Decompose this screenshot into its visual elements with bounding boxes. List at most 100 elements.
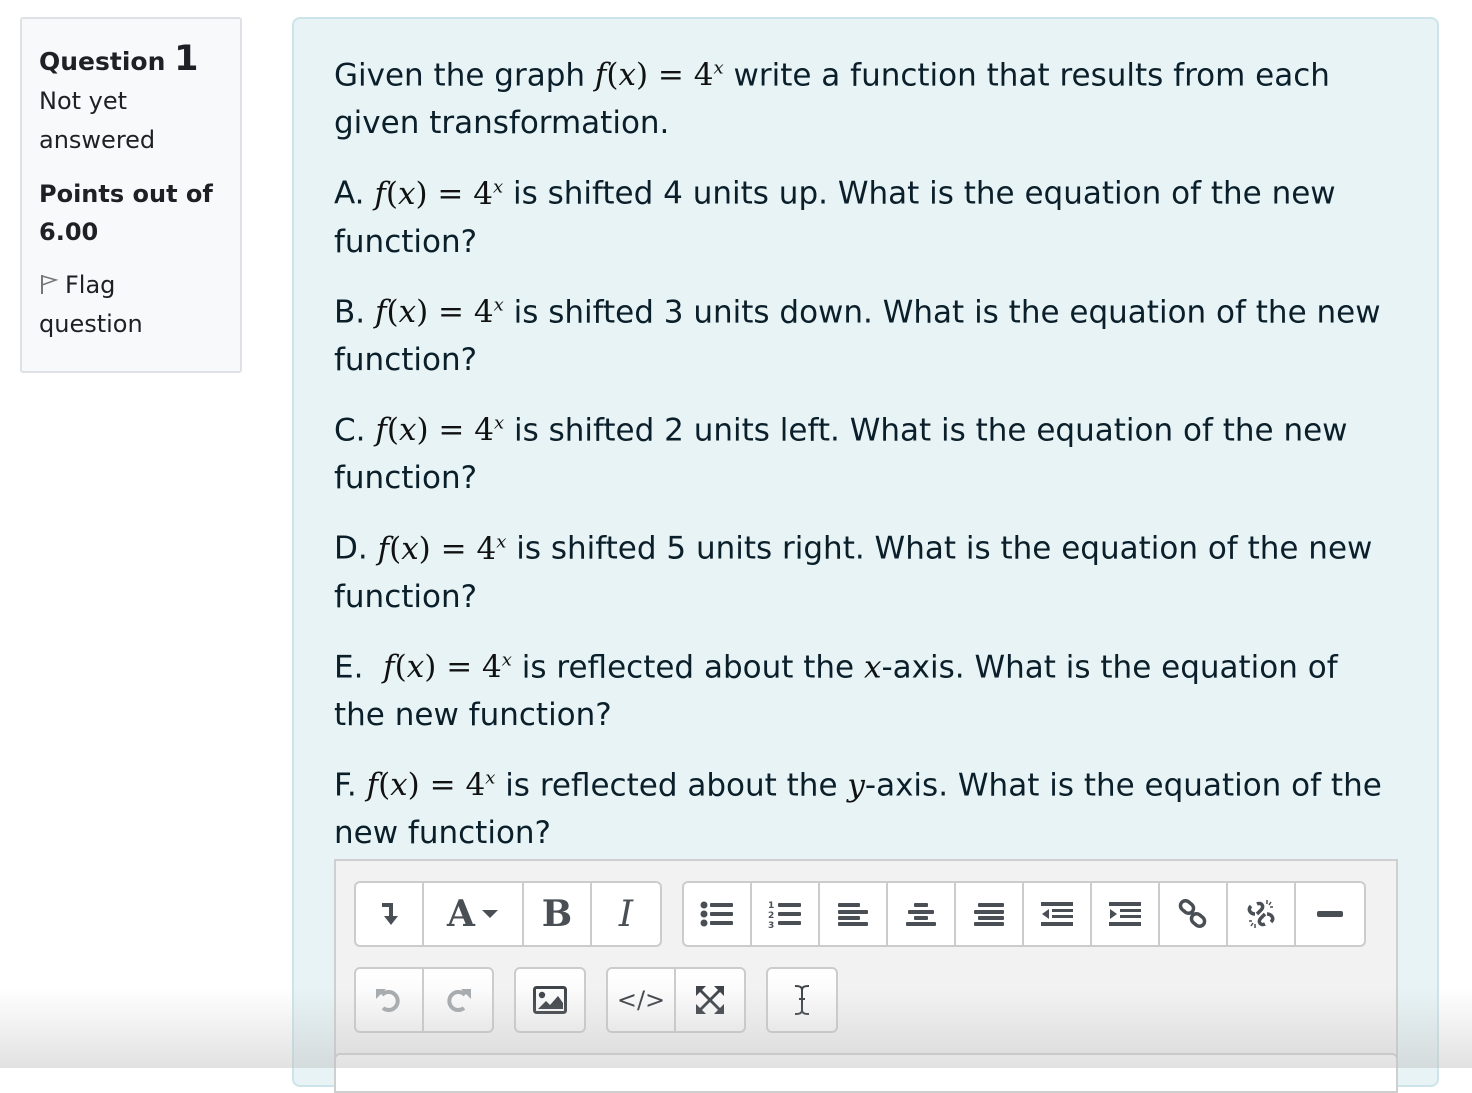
html-source-button[interactable]: </> — [608, 969, 676, 1031]
math-base: 4 — [465, 767, 486, 804]
redo-button[interactable] — [424, 969, 492, 1031]
unlink-button[interactable] — [1228, 883, 1296, 945]
math-eq: = — [419, 767, 466, 804]
math-paren: ) — [635, 57, 649, 94]
italic-button[interactable]: I — [592, 883, 660, 945]
align-right-icon — [974, 903, 1004, 926]
fullscreen-button[interactable] — [676, 969, 744, 1031]
answer-editor-textarea[interactable] — [334, 1053, 1398, 1093]
flag-outline-icon — [41, 275, 59, 294]
math-x: x — [398, 412, 417, 449]
toolbar-group-undo — [354, 967, 494, 1033]
question-label: Question — [39, 47, 166, 76]
chevron-down-icon — [481, 910, 498, 918]
unordered-list-button[interactable] — [684, 883, 752, 945]
math-exponent: x — [501, 649, 512, 671]
math-base: 4 — [476, 530, 497, 567]
math-paren: ( — [394, 648, 407, 685]
atto-editor-toolbar: A B I 1 2 3 </> — [334, 859, 1398, 1059]
question-intro: Given the graph f(x) = 4x write a functi… — [334, 45, 1397, 147]
math-expression: f(x) = 4x — [375, 412, 504, 448]
bold-icon: B — [541, 893, 573, 935]
outdent-button[interactable] — [1024, 883, 1092, 945]
math-paren: ) — [424, 648, 437, 685]
link-button[interactable] — [1160, 883, 1228, 945]
redo-icon — [447, 989, 471, 1012]
math-exponent: x — [713, 58, 724, 79]
math-paren: ( — [389, 530, 402, 567]
font-style-icon: A — [447, 893, 475, 935]
math-paren: ) — [415, 175, 428, 212]
math-eq: = — [436, 648, 483, 685]
question-info-panel: Question 1 Not yet answered Points out o… — [20, 17, 242, 373]
math-paren: ( — [386, 412, 399, 449]
part-label: A. — [334, 175, 365, 212]
math-base: 4 — [474, 412, 494, 449]
part-label: F. — [334, 767, 357, 804]
math-expression: f(x) = 4x — [375, 294, 504, 330]
math-expression: f(x) = 4x — [367, 767, 496, 803]
question-content: Given the graph f(x) = 4x write a functi… — [292, 17, 1439, 1093]
indent-icon — [1109, 902, 1141, 926]
show-more-buttons-button[interactable] — [356, 883, 424, 945]
intro-text-before: Given the graph — [334, 57, 595, 94]
fullscreen-icon — [696, 986, 724, 1014]
flag-question-button[interactable]: Flag question — [39, 266, 223, 344]
math-f: f — [366, 767, 379, 804]
math-eq: = — [427, 175, 474, 212]
math-var: x — [863, 648, 882, 685]
part-text: is reflected about the — [511, 648, 864, 685]
image-icon — [533, 986, 567, 1014]
align-center-button[interactable] — [888, 883, 956, 945]
svg-text:1: 1 — [768, 901, 774, 911]
math-expression: f(x) = 4x — [595, 57, 724, 93]
math-paren: ) — [416, 412, 429, 449]
indent-button[interactable] — [1092, 883, 1160, 945]
part-label: B. — [334, 293, 366, 330]
math-f: f — [374, 175, 386, 212]
align-right-button[interactable] — [956, 883, 1024, 945]
part-text: is reflected about the — [495, 767, 848, 804]
math-paren: ) — [416, 293, 429, 330]
math-exponent: x — [493, 412, 505, 434]
math-eq: = — [430, 530, 477, 567]
svg-text:2: 2 — [768, 911, 774, 921]
math-paren: ) — [418, 530, 431, 567]
question-part-a: A. f(x) = 4x is shifted 4 units up. What… — [334, 163, 1397, 265]
text-cursor-button[interactable] — [768, 969, 836, 1031]
math-paren: ( — [385, 175, 398, 212]
undo-button[interactable] — [356, 969, 424, 1031]
toolbar-group-lists-align-links: 1 2 3 — [682, 881, 1366, 947]
math-expression: f(x) = 4x — [378, 531, 507, 567]
part-label: E. — [334, 648, 364, 685]
question-part-b: B. f(x) = 4x is shifted 3 units down. Wh… — [334, 282, 1397, 384]
undo-icon — [376, 989, 400, 1012]
insert-image-button[interactable] — [516, 969, 584, 1031]
math-eq: = — [428, 412, 475, 449]
math-eq: = — [648, 57, 694, 94]
math-base: 4 — [473, 175, 493, 212]
question-text: Given the graph f(x) = 4x write a functi… — [334, 45, 1397, 857]
math-exponent: x — [496, 531, 507, 553]
math-base: 4 — [482, 648, 502, 685]
math-x: x — [618, 57, 636, 94]
math-expression: f(x) = 4x — [383, 649, 512, 685]
math-base: 4 — [473, 293, 494, 330]
font-style-button[interactable]: A — [424, 883, 524, 945]
ordered-list-button[interactable]: 1 2 3 — [752, 883, 820, 945]
question-grade: Points out of 6.00 — [39, 180, 213, 246]
bold-button[interactable]: B — [524, 883, 592, 945]
question-part-c: C. f(x) = 4x is shifted 2 units left. Wh… — [334, 400, 1397, 502]
align-left-button[interactable] — [820, 883, 888, 945]
align-left-icon — [838, 903, 868, 926]
math-paren: ) — [407, 767, 420, 804]
math-expression: f(x) = 4x — [374, 176, 503, 212]
horizontal-rule-button[interactable] — [1296, 883, 1364, 945]
math-f: f — [374, 293, 387, 330]
math-f: f — [383, 648, 395, 685]
show-more-buttons-icon — [382, 903, 398, 925]
math-x: x — [390, 767, 408, 804]
math-paren: ( — [378, 767, 391, 804]
question-part-e: E. f(x) = 4x is reflected about the x-ax… — [334, 637, 1397, 739]
align-center-icon — [906, 903, 936, 926]
